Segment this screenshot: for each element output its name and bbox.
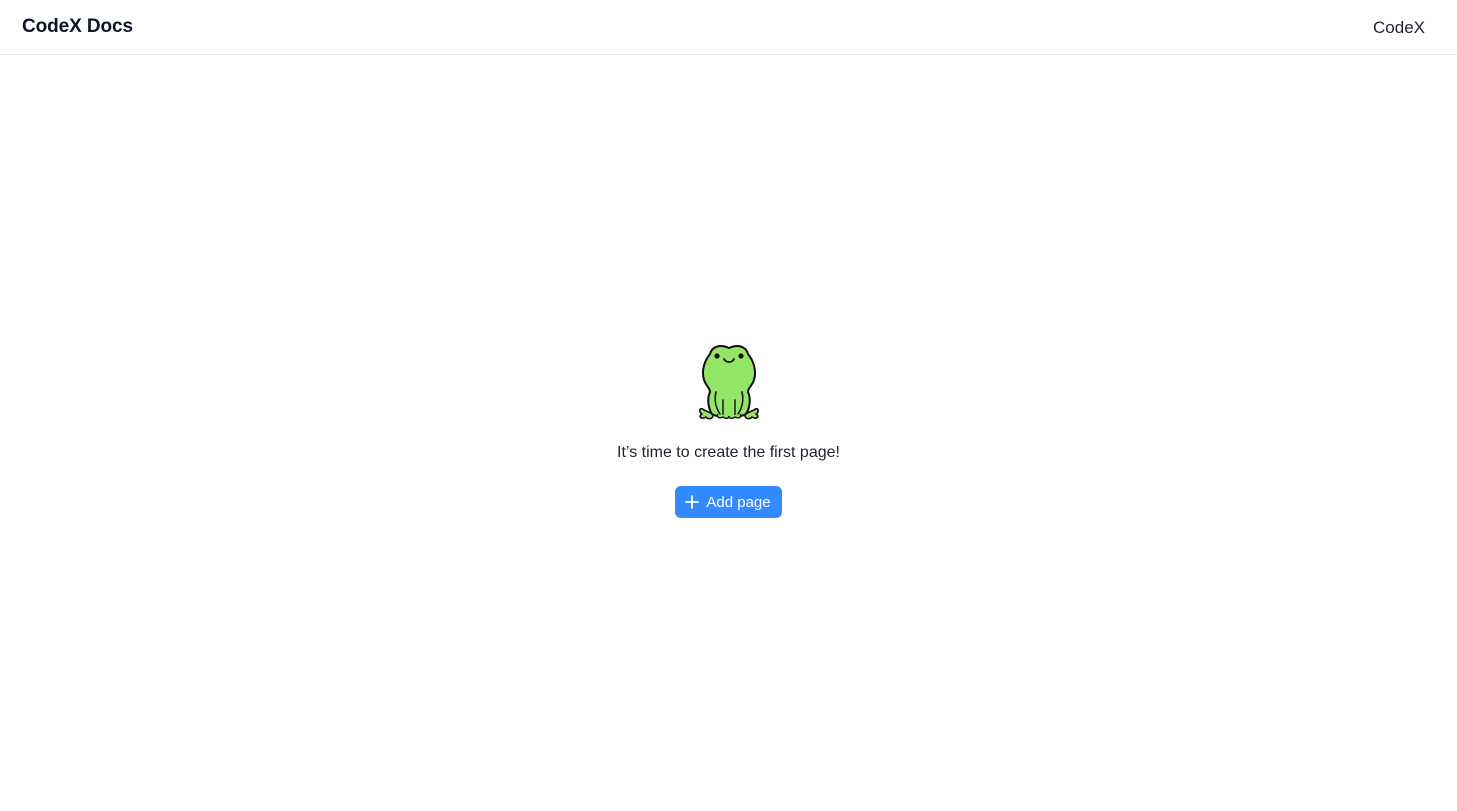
header: CodeX Docs CodeX (0, 0, 1457, 55)
add-page-button-label: Add page (706, 493, 771, 511)
codex-menu-link[interactable]: CodeX (1373, 18, 1425, 38)
frog-icon (698, 345, 759, 420)
add-page-button[interactable]: Add page (675, 486, 782, 518)
plus-icon (685, 495, 700, 509)
empty-state: It’s time to create the first page! Add … (0, 340, 1457, 518)
site-title-link[interactable]: CodeX Docs (22, 16, 133, 38)
empty-state-message: It’s time to create the first page! (617, 444, 840, 461)
